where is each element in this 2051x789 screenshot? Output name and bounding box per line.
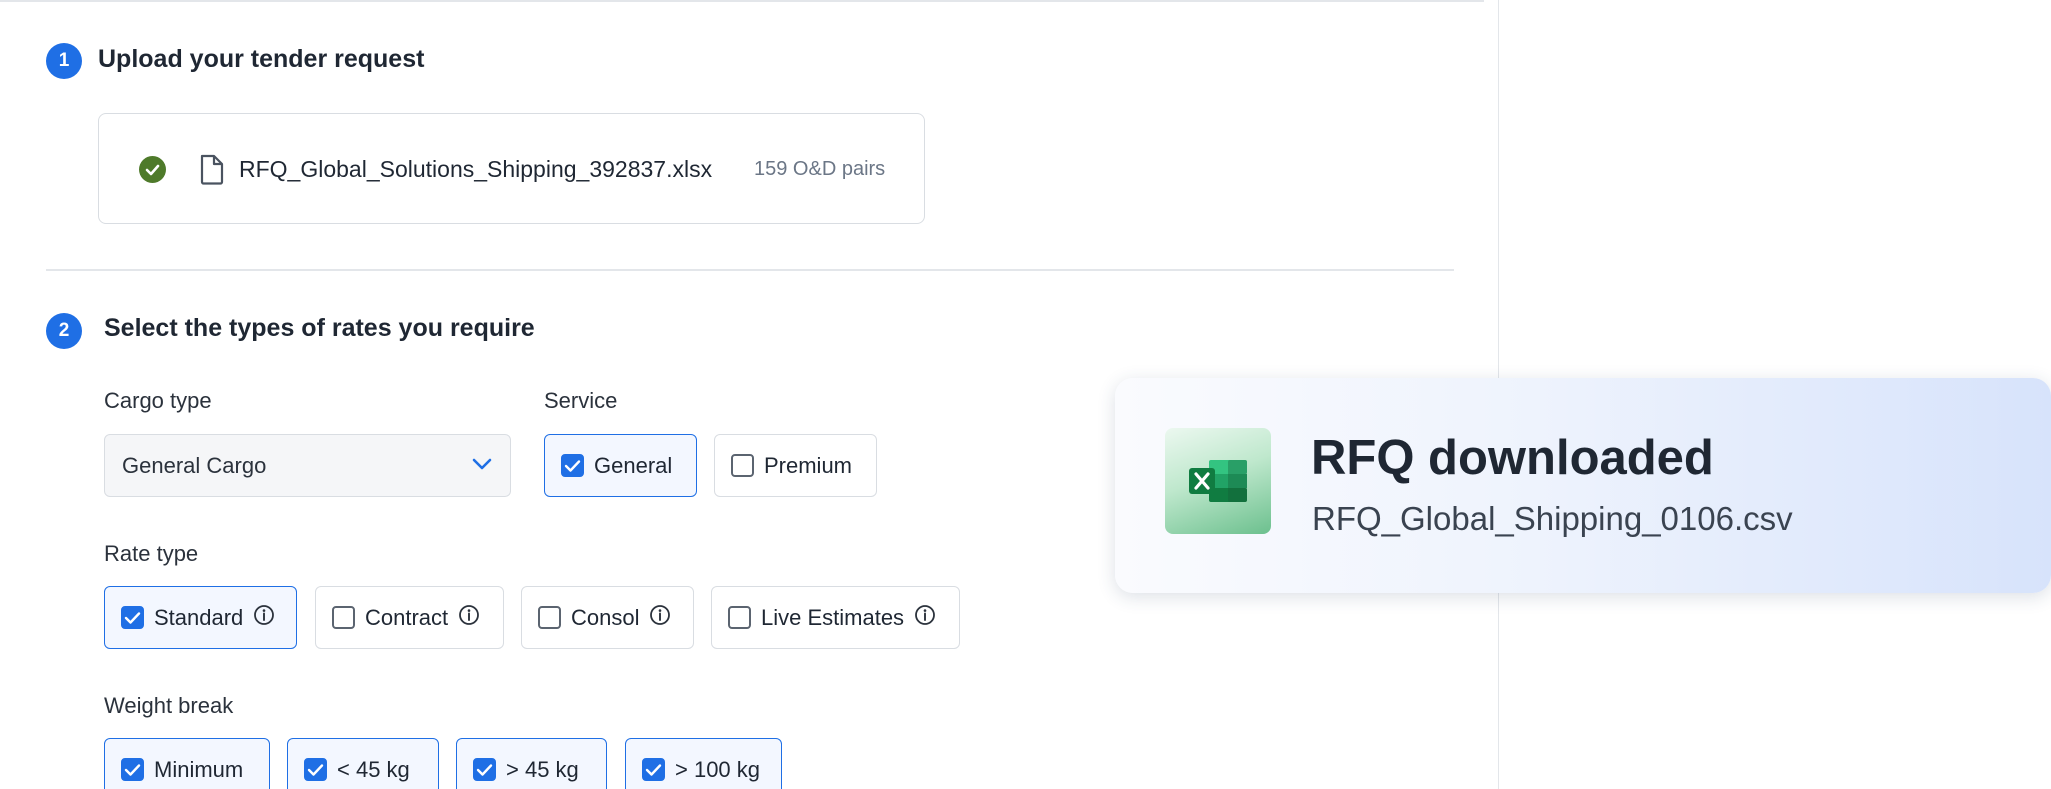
checkbox-checked-icon bbox=[642, 758, 665, 781]
service-option-label: Premium bbox=[764, 452, 853, 478]
check-circle-icon bbox=[139, 156, 166, 183]
checkbox-icon bbox=[728, 606, 751, 629]
step-1-title: Upload your tender request bbox=[98, 45, 425, 73]
service-option-label: General bbox=[594, 452, 673, 478]
document-icon bbox=[199, 154, 225, 190]
cargo-type-label: Cargo type bbox=[104, 388, 212, 413]
rate-type-option-contract[interactable]: Contract bbox=[315, 586, 504, 649]
rate-type-label: Rate type bbox=[104, 541, 199, 566]
toast-filename: RFQ_Global_Shipping_0106.csv bbox=[1312, 500, 1793, 537]
rate-type-option-label: Contract bbox=[365, 604, 449, 630]
uploaded-file-name: RFQ_Global_Solutions_Shipping_392837.xls… bbox=[239, 156, 713, 182]
info-icon[interactable] bbox=[649, 604, 671, 631]
cargo-type-value: General Cargo bbox=[122, 453, 267, 478]
rate-type-option-live-estimates[interactable]: Live Estimates bbox=[711, 586, 960, 649]
service-option-premium[interactable]: Premium bbox=[714, 434, 877, 497]
weight-break-option-minimum[interactable]: Minimum bbox=[104, 738, 270, 789]
info-icon[interactable] bbox=[914, 604, 936, 631]
toast-title: RFQ downloaded bbox=[1311, 431, 1714, 485]
od-pairs-count: 159 O&D pairs bbox=[754, 158, 886, 180]
rate-type-option-consol[interactable]: Consol bbox=[521, 586, 694, 649]
checkbox-checked-icon bbox=[304, 758, 327, 781]
checkbox-checked-icon bbox=[121, 606, 144, 629]
checkbox-icon bbox=[731, 454, 754, 477]
weight-break-option-label: > 100 kg bbox=[675, 756, 761, 782]
top-divider bbox=[0, 0, 1484, 2]
rate-type-option-label: Consol bbox=[571, 604, 640, 630]
rate-type-option-standard[interactable]: Standard bbox=[104, 586, 297, 649]
download-toast[interactable]: RFQ downloaded RFQ_Global_Shipping_0106.… bbox=[1115, 378, 2051, 593]
checkbox-icon bbox=[538, 606, 561, 629]
uploaded-file-card[interactable]: RFQ_Global_Solutions_Shipping_392837.xls… bbox=[98, 113, 925, 224]
weight-break-option-gt45[interactable]: > 45 kg bbox=[456, 738, 607, 789]
section-divider bbox=[46, 269, 1454, 271]
cargo-type-select[interactable]: General Cargo bbox=[104, 434, 511, 497]
checkbox-checked-icon bbox=[121, 758, 144, 781]
step-1-badge: 1 bbox=[46, 43, 82, 79]
service-option-general[interactable]: General bbox=[544, 434, 697, 497]
weight-break-option-label: < 45 kg bbox=[337, 756, 410, 782]
weight-break-label: Weight break bbox=[104, 693, 234, 718]
chevron-down-icon bbox=[472, 457, 492, 476]
info-icon[interactable] bbox=[253, 604, 275, 631]
rate-type-option-label: Live Estimates bbox=[761, 604, 905, 630]
checkbox-checked-icon bbox=[473, 758, 496, 781]
weight-break-option-lt45[interactable]: < 45 kg bbox=[287, 738, 439, 789]
service-label: Service bbox=[544, 388, 618, 413]
weight-break-option-label: > 45 kg bbox=[506, 756, 579, 782]
info-icon[interactable] bbox=[458, 604, 480, 631]
step-2-badge: 2 bbox=[46, 313, 82, 349]
rate-type-option-label: Standard bbox=[154, 604, 244, 630]
weight-break-option-gt100[interactable]: > 100 kg bbox=[625, 738, 782, 789]
checkbox-checked-icon bbox=[561, 454, 584, 477]
checkbox-icon bbox=[332, 606, 355, 629]
weight-break-option-label: Minimum bbox=[154, 756, 244, 782]
step-2-title: Select the types of rates you require bbox=[104, 314, 535, 342]
excel-icon bbox=[1165, 428, 1271, 534]
